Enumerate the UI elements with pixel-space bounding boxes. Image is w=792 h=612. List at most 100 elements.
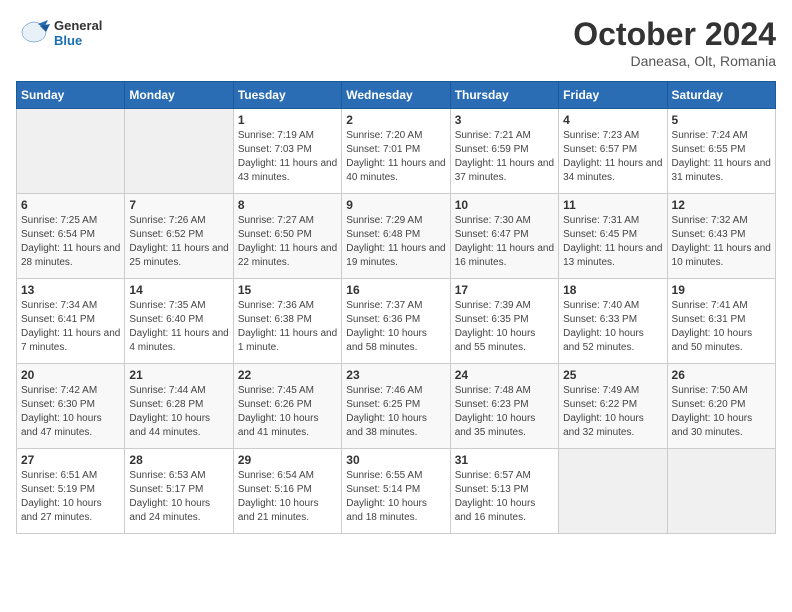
day-info: Sunrise: 7:37 AM Sunset: 6:36 PM Dayligh… xyxy=(346,299,445,355)
day-number: 20 xyxy=(21,368,120,382)
day-number: 8 xyxy=(238,198,337,212)
day-info: Sunrise: 7:49 AM Sunset: 6:22 PM Dayligh… xyxy=(563,384,662,440)
day-number: 10 xyxy=(455,198,554,212)
day-number: 26 xyxy=(672,368,771,382)
day-number: 22 xyxy=(238,368,337,382)
table-row: 24 Sunrise: 7:48 AM Sunset: 6:23 PM Dayli… xyxy=(450,364,558,449)
logo-bird-icon xyxy=(16,16,52,52)
day-info: Sunrise: 7:21 AM Sunset: 6:59 PM Dayligh… xyxy=(455,129,554,185)
day-number: 9 xyxy=(346,198,445,212)
day-info: Sunrise: 7:24 AM Sunset: 6:55 PM Dayligh… xyxy=(672,129,771,185)
day-number: 27 xyxy=(21,453,120,467)
table-row: 31Sunrise: 6:57 AM Sunset: 5:13 PM Dayli… xyxy=(450,449,558,534)
day-info: Sunrise: 7:44 AM Sunset: 6:28 PM Dayligh… xyxy=(129,384,228,440)
calendar-week-row: 6 Sunrise: 7:25 AM Sunset: 6:54 PM Daylig… xyxy=(17,194,776,279)
table-row: 27 Sunrise: 6:51 AM Sunset: 5:19 PM Dayli… xyxy=(17,449,125,534)
col-friday: Friday xyxy=(559,82,667,109)
table-row: 21 Sunrise: 7:44 AM Sunset: 6:28 PM Dayli… xyxy=(125,364,233,449)
table-row: 10 Sunrise: 7:30 AM Sunset: 6:47 PM Dayli… xyxy=(450,194,558,279)
logo-text-block: General Blue xyxy=(54,19,102,49)
table-row: 5 Sunrise: 7:24 AM Sunset: 6:55 PM Daylig… xyxy=(667,109,775,194)
calendar-header-row: Sunday Monday Tuesday Wednesday Thursday… xyxy=(17,82,776,109)
col-tuesday: Tuesday xyxy=(233,82,341,109)
col-saturday: Saturday xyxy=(667,82,775,109)
calendar-week-row: 13 Sunrise: 7:34 AM Sunset: 6:41 PM Dayli… xyxy=(17,279,776,364)
table-row: 6 Sunrise: 7:25 AM Sunset: 6:54 PM Daylig… xyxy=(17,194,125,279)
day-number: 29 xyxy=(238,453,337,467)
day-number: 25 xyxy=(563,368,662,382)
day-number: 24 xyxy=(455,368,554,382)
day-info: Sunrise: 7:35 AM Sunset: 6:40 PM Dayligh… xyxy=(129,299,228,355)
day-info: Sunrise: 7:19 AM Sunset: 7:03 PM Dayligh… xyxy=(238,129,337,185)
day-number: 30 xyxy=(346,453,445,467)
table-row: 26 Sunrise: 7:50 AM Sunset: 6:20 PM Dayli… xyxy=(667,364,775,449)
day-info: Sunrise: 6:51 AM Sunset: 5:19 PM Dayligh… xyxy=(21,469,120,525)
day-number: 2 xyxy=(346,113,445,127)
table-row: 20 Sunrise: 7:42 AM Sunset: 6:30 PM Dayli… xyxy=(17,364,125,449)
table-row: 30 Sunrise: 6:55 AM Sunset: 5:14 PM Dayli… xyxy=(342,449,450,534)
day-info: Sunrise: 7:25 AM Sunset: 6:54 PM Dayligh… xyxy=(21,214,120,270)
table-row: 13 Sunrise: 7:34 AM Sunset: 6:41 PM Dayli… xyxy=(17,279,125,364)
table-row: 22 Sunrise: 7:45 AM Sunset: 6:26 PM Dayli… xyxy=(233,364,341,449)
table-row: 1 Sunrise: 7:19 AM Sunset: 7:03 PM Daylig… xyxy=(233,109,341,194)
day-info: Sunrise: 7:23 AM Sunset: 6:57 PM Dayligh… xyxy=(563,129,662,185)
table-row xyxy=(17,109,125,194)
day-info: Sunrise: 7:34 AM Sunset: 6:41 PM Dayligh… xyxy=(21,299,120,355)
day-number: 5 xyxy=(672,113,771,127)
day-info: Sunrise: 7:41 AM Sunset: 6:31 PM Dayligh… xyxy=(672,299,771,355)
day-info: Sunrise: 7:27 AM Sunset: 6:50 PM Dayligh… xyxy=(238,214,337,270)
day-number: 7 xyxy=(129,198,228,212)
day-info: Sunrise: 7:30 AM Sunset: 6:47 PM Dayligh… xyxy=(455,214,554,270)
table-row: 16 Sunrise: 7:37 AM Sunset: 6:36 PM Dayli… xyxy=(342,279,450,364)
table-row: 29Sunrise: 6:54 AM Sunset: 5:16 PM Dayli… xyxy=(233,449,341,534)
table-row: 11 Sunrise: 7:31 AM Sunset: 6:45 PM Dayli… xyxy=(559,194,667,279)
day-info: Sunrise: 7:40 AM Sunset: 6:33 PM Dayligh… xyxy=(563,299,662,355)
day-info: Sunrise: 7:45 AM Sunset: 6:26 PM Dayligh… xyxy=(238,384,337,440)
col-wednesday: Wednesday xyxy=(342,82,450,109)
day-info: Sunrise: 7:42 AM Sunset: 6:30 PM Dayligh… xyxy=(21,384,120,440)
table-row: 28 Sunrise: 6:53 AM Sunset: 5:17 PM Dayli… xyxy=(125,449,233,534)
day-number: 14 xyxy=(129,283,228,297)
calendar-table: Sunday Monday Tuesday Wednesday Thursday… xyxy=(16,81,776,534)
day-number: 28 xyxy=(129,453,228,467)
day-info: Sunrise: 7:50 AM Sunset: 6:20 PM Dayligh… xyxy=(672,384,771,440)
day-info: Sunrise: 7:29 AM Sunset: 6:48 PM Dayligh… xyxy=(346,214,445,270)
table-row: 4 Sunrise: 7:23 AM Sunset: 6:57 PM Daylig… xyxy=(559,109,667,194)
day-info: Sunrise: 7:20 AM Sunset: 7:01 PM Dayligh… xyxy=(346,129,445,185)
day-number: 12 xyxy=(672,198,771,212)
day-info: Sunrise: 7:32 AM Sunset: 6:43 PM Dayligh… xyxy=(672,214,771,270)
day-info: Sunrise: 7:36 AM Sunset: 6:38 PM Dayligh… xyxy=(238,299,337,355)
calendar-week-row: 1 Sunrise: 7:19 AM Sunset: 7:03 PM Daylig… xyxy=(17,109,776,194)
table-row: 9 Sunrise: 7:29 AM Sunset: 6:48 PM Daylig… xyxy=(342,194,450,279)
day-number: 13 xyxy=(21,283,120,297)
day-number: 3 xyxy=(455,113,554,127)
table-row: 17Sunrise: 7:39 AM Sunset: 6:35 PM Dayli… xyxy=(450,279,558,364)
col-thursday: Thursday xyxy=(450,82,558,109)
logo: General Blue xyxy=(16,16,102,52)
table-row xyxy=(559,449,667,534)
day-info: Sunrise: 6:57 AM Sunset: 5:13 PM Dayligh… xyxy=(455,469,554,525)
day-number: 16 xyxy=(346,283,445,297)
logo-blue-text: Blue xyxy=(54,34,102,49)
day-info: Sunrise: 7:48 AM Sunset: 6:23 PM Dayligh… xyxy=(455,384,554,440)
day-info: Sunrise: 6:53 AM Sunset: 5:17 PM Dayligh… xyxy=(129,469,228,525)
day-number: 23 xyxy=(346,368,445,382)
day-info: Sunrise: 7:31 AM Sunset: 6:45 PM Dayligh… xyxy=(563,214,662,270)
table-row: 25 Sunrise: 7:49 AM Sunset: 6:22 PM Dayli… xyxy=(559,364,667,449)
day-number: 4 xyxy=(563,113,662,127)
table-row: 18Sunrise: 7:40 AM Sunset: 6:33 PM Dayli… xyxy=(559,279,667,364)
col-sunday: Sunday xyxy=(17,82,125,109)
table-row xyxy=(125,109,233,194)
table-row: 3 Sunrise: 7:21 AM Sunset: 6:59 PM Daylig… xyxy=(450,109,558,194)
calendar-subtitle: Daneasa, Olt, Romania xyxy=(573,53,776,69)
table-row xyxy=(667,449,775,534)
day-info: Sunrise: 6:55 AM Sunset: 5:14 PM Dayligh… xyxy=(346,469,445,525)
col-monday: Monday xyxy=(125,82,233,109)
title-block: October 2024 Daneasa, Olt, Romania xyxy=(573,16,776,69)
day-number: 11 xyxy=(563,198,662,212)
calendar-week-row: 27 Sunrise: 6:51 AM Sunset: 5:19 PM Dayli… xyxy=(17,449,776,534)
day-number: 1 xyxy=(238,113,337,127)
day-number: 6 xyxy=(21,198,120,212)
day-number: 15 xyxy=(238,283,337,297)
day-number: 21 xyxy=(129,368,228,382)
